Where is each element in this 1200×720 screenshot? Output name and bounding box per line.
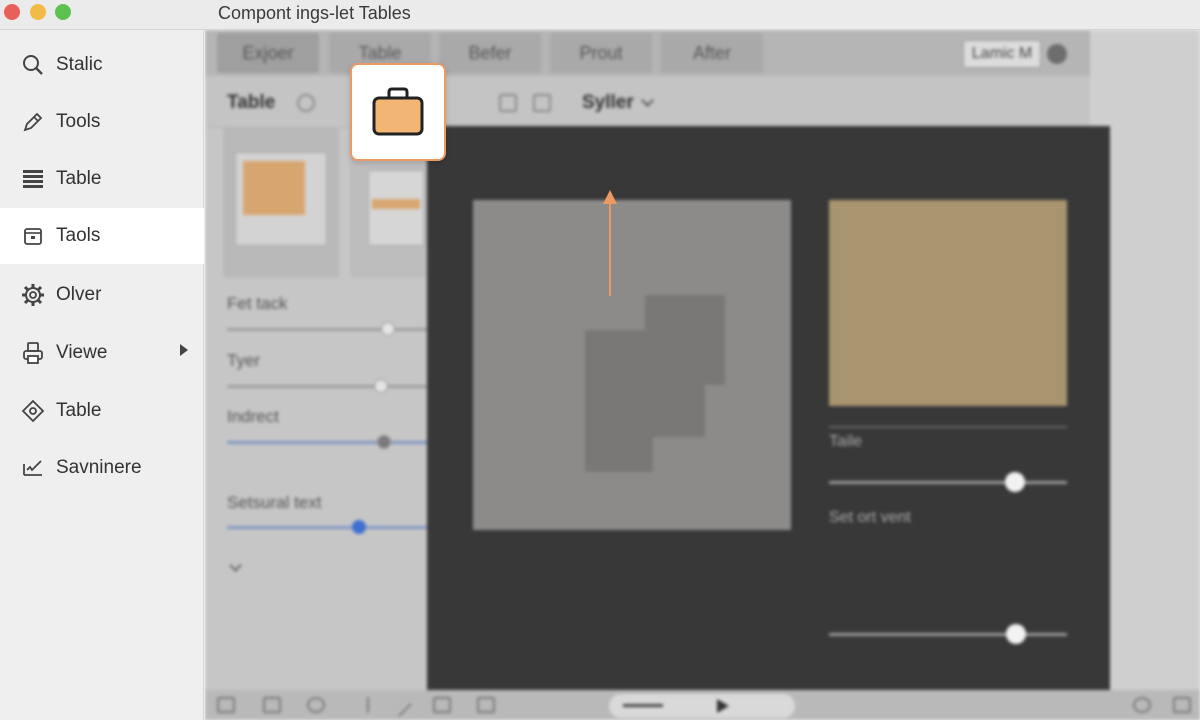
pen-icon[interactable] [387,692,413,718]
slider-label: Indrect [227,407,279,426]
tab-befer[interactable]: Befer [439,33,541,73]
canvas-slider-track[interactable] [829,481,1067,484]
slider-track[interactable] [227,441,432,444]
highlighted-icon-callout[interactable] [350,63,446,161]
playback-controls [609,694,795,718]
preview-canvas: Taile Set ort vent [427,126,1110,690]
signature-icon [20,455,46,481]
search-icon [20,52,46,78]
play-icon[interactable] [717,699,729,713]
sidebar-item-label: Viewe [56,342,108,363]
pointer-arrow [603,190,617,296]
slider-track[interactable] [227,526,432,529]
frame-icon[interactable] [217,697,235,713]
sidebar-item-taols[interactable]: Taols [0,208,204,264]
toolbar: Table Syller [205,76,1090,128]
sidebar-item-label: Taols [56,225,101,246]
printer-icon [20,340,46,366]
sidebar-item-tools[interactable]: Tools [0,94,204,150]
sidebar-item-viewe[interactable]: Viewe [0,325,204,381]
pencil-icon [20,109,46,135]
slider-track[interactable] [227,385,432,388]
title-bar: Compont ings-let Tables [0,0,1200,30]
table-lines-icon [20,166,46,192]
sidebar-item-label: Savninere [56,457,142,478]
slider-knob[interactable] [377,435,391,449]
bottom-toolbar [205,690,1200,720]
slider-label: Tyer [227,351,261,370]
grid-icon[interactable] [263,697,281,713]
split-icon[interactable] [477,697,495,713]
sidebar-item-table[interactable]: Table [0,151,204,207]
toolbar-title: Table [227,92,276,113]
phone-icon[interactable] [1133,697,1151,713]
slider-label: Setsural text [227,493,322,512]
window-title: Compont ings-let Tables [218,3,411,23]
canvas-slider-knob[interactable] [1005,472,1025,492]
sidebar-item-table-2[interactable]: Table [0,383,204,439]
copy-icon[interactable] [499,94,517,112]
color-swatch[interactable] [829,200,1067,406]
panel-icon[interactable] [1173,697,1191,713]
canvas-slider-knob-2[interactable] [1006,624,1026,644]
style-dropdown[interactable]: Syller [582,92,634,114]
minimize-window-button[interactable] [30,4,46,20]
brush-icon[interactable] [307,697,325,713]
slider-knob[interactable] [352,520,366,534]
chevron-down-icon[interactable] [229,559,242,572]
next-icon[interactable] [351,697,369,713]
slider-knob[interactable] [374,379,388,393]
sidebar-item-label: Olver [56,284,102,305]
chevron-down-icon [641,94,654,107]
divider [829,426,1067,428]
sidebar-item-savninere[interactable]: Savninere [0,440,204,496]
swatch-label: Taile [829,433,862,450]
slider-track[interactable] [227,328,432,331]
sidebar-item-label: Table [56,168,102,189]
image-preview[interactable] [473,200,791,530]
image-icon[interactable] [533,94,551,112]
gear-icon [20,282,46,308]
slider-label: Fet tack [227,294,288,313]
properties-panel: Fet tack Tyer Indrect Setsural text [205,128,432,690]
diamond-icon [20,398,46,424]
globe-icon[interactable] [1047,44,1067,64]
close-window-button[interactable] [4,4,20,20]
sidebar-item-label: Stalic [56,54,103,75]
thumbnail-card[interactable] [223,128,339,278]
sidebar-item-label: Tools [56,111,101,132]
sidebar: Stalic Tools Table Taols Olver Viewe Tab… [0,30,204,720]
tab-after[interactable]: After [661,33,763,73]
sidebar-item-stalic[interactable]: Stalic [0,37,204,93]
briefcase-icon [372,87,424,136]
tab-prout[interactable]: Prout [550,33,652,73]
sidebar-item-olver[interactable]: Olver [0,267,204,323]
box-icon [20,223,46,249]
tab-bar: Exjoer Table Befer Prout After Lamic M [205,30,1090,76]
pin-icon[interactable] [297,94,315,112]
tab-exjoer[interactable]: Exjoer [217,33,319,73]
user-button[interactable]: Lamic M [963,40,1041,68]
sidebar-item-label: Table [56,400,102,421]
timeline-icon[interactable] [623,704,663,707]
slider-knob[interactable] [381,322,395,336]
canvas-slider-track-2[interactable] [829,633,1067,636]
setting-label: Set ort vent [829,509,911,526]
zoom-window-button[interactable] [55,4,71,20]
crop-icon[interactable] [433,697,451,713]
submenu-arrow-icon [180,344,188,356]
